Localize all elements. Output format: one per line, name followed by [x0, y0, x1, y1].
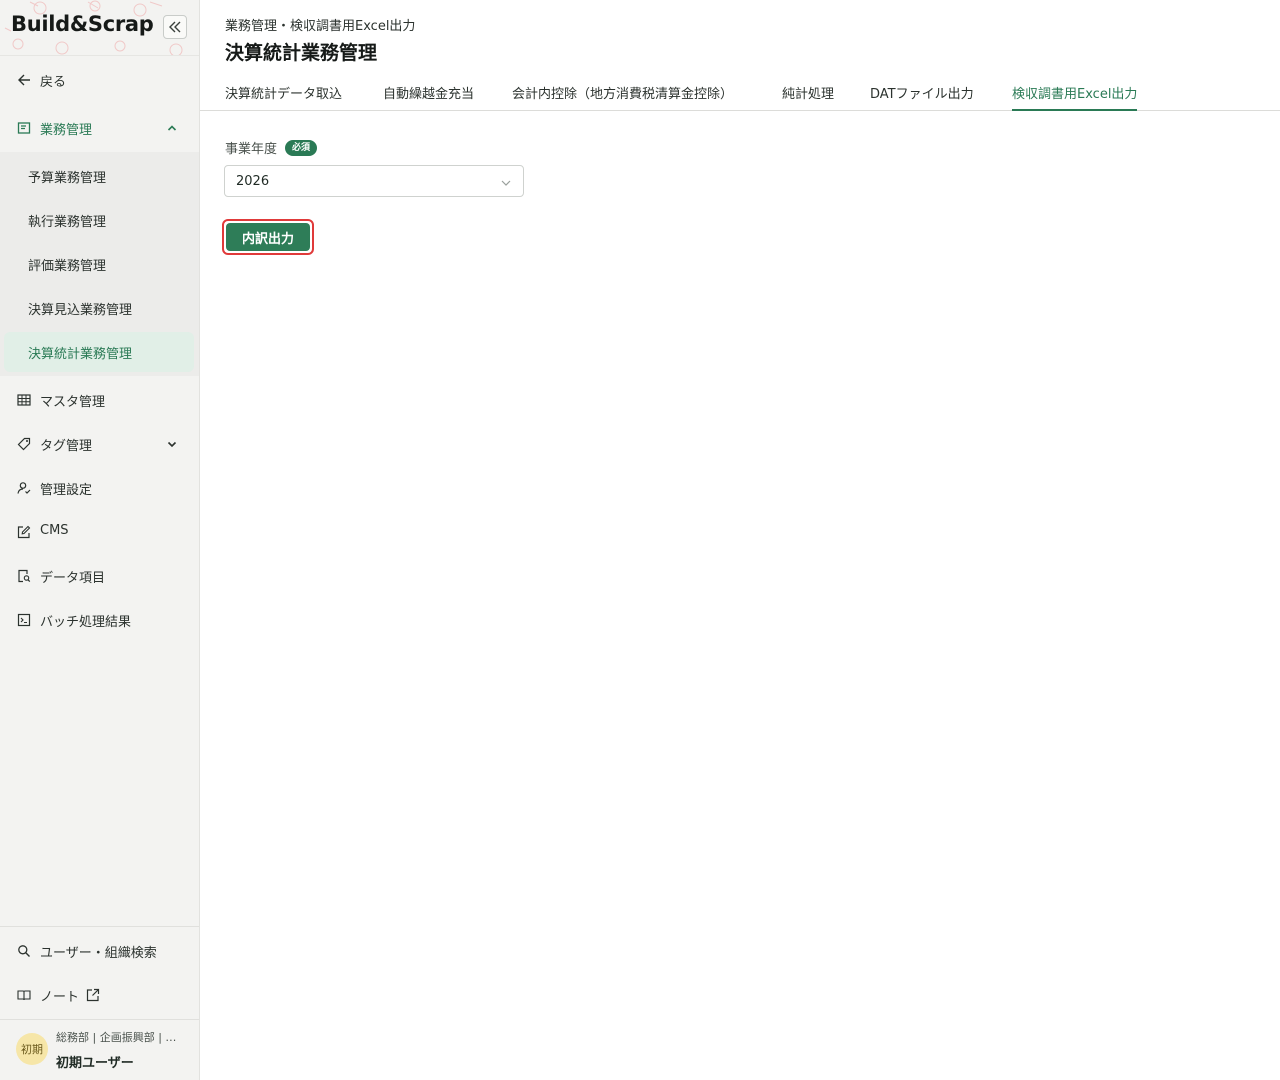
sidebar-item-admin-settings[interactable]: 管理設定: [0, 466, 199, 510]
logo-area: Build&Scrap: [0, 0, 199, 56]
sidebar-item-notes[interactable]: ノート: [0, 973, 199, 1017]
external-link-icon: [86, 988, 100, 1006]
chevron-down-icon: [499, 175, 513, 189]
business-icon: [16, 120, 32, 136]
fiscal-year-label: 事業年度: [225, 142, 278, 157]
user-settings-icon: [16, 480, 32, 496]
sidebar-subitem-settlement-statistics[interactable]: 決算統計業務管理: [4, 332, 194, 372]
tab-net-processing[interactable]: 純計処理: [782, 83, 834, 111]
app-logo: Build&Scrap: [11, 12, 154, 36]
sidebar-item-master[interactable]: マスタ管理: [0, 378, 199, 422]
sidebar-item-label: マスタ管理: [40, 395, 106, 410]
sidebar-item-tags[interactable]: タグ管理: [0, 422, 199, 466]
sidebar-subitem-execution[interactable]: 執行業務管理: [4, 200, 194, 240]
document-search-icon: [16, 568, 32, 584]
tag-icon: [16, 436, 32, 452]
sidebar-item-business-management[interactable]: 業務管理: [0, 106, 199, 150]
sidebar-subitem-evaluation[interactable]: 評価業務管理: [4, 244, 194, 284]
user-menu[interactable]: 初期 総務部 | 企画振興部 | … 初期ユーザー: [0, 1020, 199, 1080]
export-breakdown-button[interactable]: 内訳出力: [222, 219, 314, 255]
tab-data-import[interactable]: 決算統計データ取込: [225, 83, 342, 111]
avatar: 初期: [16, 1033, 48, 1065]
sidebar-item-label: 管理設定: [40, 483, 93, 498]
chevron-up-icon: [164, 120, 180, 136]
tab-internal-deduction[interactable]: 会計内控除（地方消費税清算金控除）: [512, 83, 733, 111]
table-icon: [16, 392, 32, 408]
tab-dat-export[interactable]: DATファイル出力: [870, 83, 974, 111]
sidebar-subitem-label: 決算見込業務管理: [28, 303, 133, 318]
search-icon: [16, 943, 32, 959]
back-link[interactable]: 戻る: [0, 58, 199, 102]
edit-icon: [16, 524, 32, 540]
book-icon: [16, 987, 32, 1003]
sidebar-item-label: ノート: [40, 990, 80, 1005]
sidebar-item-label: CMS: [40, 523, 69, 538]
sidebar-item-user-org-search[interactable]: ユーザー・組織検索: [0, 929, 199, 973]
sidebar-item-label: バッチ処理結果: [40, 615, 132, 630]
sidebar-item-data-fields[interactable]: データ項目: [0, 554, 199, 598]
sidebar-subitem-settlement-forecast[interactable]: 決算見込業務管理: [4, 288, 194, 328]
page-title: 決算統計業務管理: [225, 42, 378, 64]
tab-auto-carryover[interactable]: 自動繰越金充当: [383, 83, 474, 111]
fiscal-year-select[interactable]: 2026: [224, 165, 524, 197]
collapse-sidebar-button[interactable]: [163, 15, 187, 39]
sidebar-subitem-label: 評価業務管理: [28, 259, 107, 274]
double-chevron-left-icon: [169, 21, 181, 33]
user-name: 初期ユーザー: [56, 1056, 134, 1071]
tab-bar: 決算統計データ取込 自動繰越金充当 会計内控除（地方消費税清算金控除） 純計処理…: [200, 78, 1280, 111]
sidebar-subitem-label: 予算業務管理: [28, 171, 107, 186]
sidebar-item-label: ユーザー・組織検索: [40, 946, 157, 961]
sidebar-subitem-label: 決算統計業務管理: [28, 347, 133, 362]
chevron-down-icon: [164, 436, 180, 452]
sidebar-item-batch-results[interactable]: バッチ処理結果: [0, 598, 199, 642]
required-badge: 必須: [285, 140, 318, 156]
export-breakdown-label: 内訳出力: [226, 223, 310, 251]
user-organization: 総務部 | 企画振興部 | …: [56, 1031, 177, 1044]
arrow-left-icon: [16, 72, 32, 88]
main-content: 業務管理・検収調書用Excel出力 決算統計業務管理 決算統計データ取込 自動繰…: [200, 0, 1280, 1080]
breadcrumb: 業務管理・検収調書用Excel出力: [225, 19, 416, 34]
sidebar-item-label: 業務管理: [40, 123, 93, 138]
sidebar-item-cms[interactable]: CMS: [0, 510, 199, 554]
sidebar-subitem-label: 執行業務管理: [28, 215, 107, 230]
tab-excel-export[interactable]: 検収調書用Excel出力: [1012, 83, 1138, 111]
sidebar-item-label: データ項目: [40, 571, 106, 586]
fiscal-year-value: 2026: [236, 174, 270, 189]
sidebar-subitem-budget[interactable]: 予算業務管理: [4, 156, 194, 196]
sidebar-item-label: タグ管理: [40, 439, 93, 454]
sidebar: Build&Scrap 戻る 業務管理 予算業務管理 執行業務管理 評価業務管理…: [0, 0, 200, 1080]
terminal-icon: [16, 612, 32, 628]
divider: [0, 926, 199, 927]
back-label: 戻る: [40, 75, 67, 90]
